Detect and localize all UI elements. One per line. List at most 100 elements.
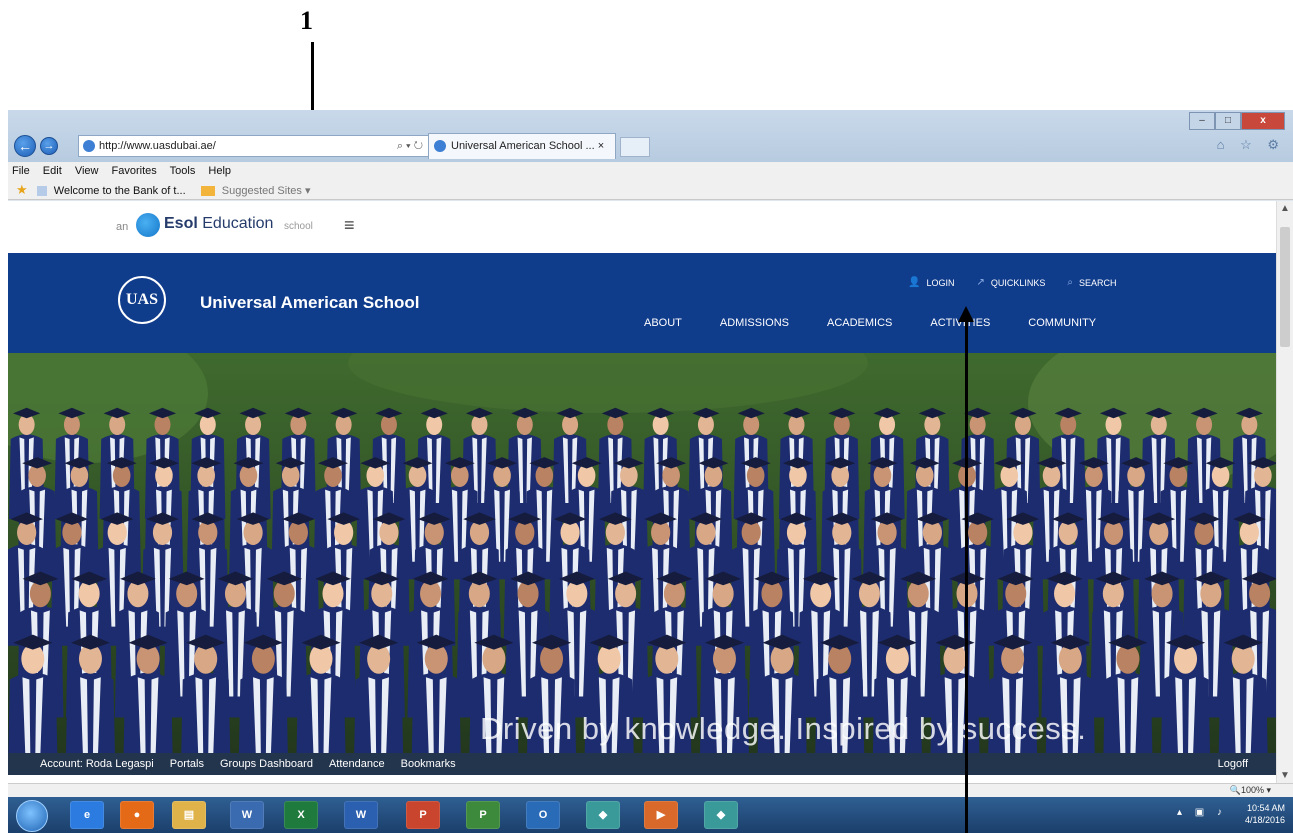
browser-titlebar: ← → http://www.uasdubai.ae/ ⌕ ▾ ↻ Univer… — [8, 110, 1293, 162]
esol-brand[interactable]: Esol Education — [164, 215, 273, 233]
menu-tools[interactable]: Tools — [170, 165, 196, 177]
login-label: LOGIN — [926, 277, 955, 288]
annotation-arrow-2-shaft — [965, 320, 968, 833]
scroll-thumb[interactable] — [1280, 227, 1290, 347]
graduate-gown — [1161, 672, 1211, 753]
esol-brand-bold: Esol — [164, 215, 198, 232]
suggested-sites-icon — [200, 186, 215, 197]
app-diamond-icon-2[interactable]: ◆ — [704, 801, 738, 829]
annotated-screenshot: 1 ← → http://www.uasdubai.ae/ ⌕ ▾ ↻ Univ… — [0, 0, 1293, 833]
nav-about[interactable]: ABOUT — [644, 317, 682, 329]
media-icon[interactable]: ▶ — [644, 801, 678, 829]
hero-tagline: Driven by knowledge. Inspired by success… — [480, 711, 1087, 746]
annotation-number-1: 1 — [300, 6, 313, 35]
main-nav: ABOUT ADMISSIONS ACADEMICS ACTIVITIES CO… — [644, 317, 1134, 329]
browser-window: ← → http://www.uasdubai.ae/ ⌕ ▾ ↻ Univer… — [8, 110, 1293, 833]
window-controls: – □ x — [1189, 112, 1285, 130]
suggested-sites-link[interactable]: Suggested Sites ▾ — [222, 185, 311, 197]
back-icon[interactable]: ← — [14, 135, 36, 157]
attendance-link[interactable]: Attendance — [329, 753, 385, 775]
graduate-gown — [8, 672, 58, 753]
clock-date: 4/18/2016 — [1244, 815, 1285, 825]
project-icon[interactable]: P — [466, 801, 500, 829]
page-icon — [36, 186, 47, 197]
windows-taskbar: e ● ▤ W X W P P O ◆ ▶ ◆ ▴ ▣ ♪ 10:54 AM 4/18/2016 — [8, 797, 1293, 833]
school-name[interactable]: Universal American School — [200, 293, 420, 313]
status-bar: 🔍100% ▾ — [8, 783, 1293, 797]
esol-brand-rest: Education — [202, 215, 274, 232]
quicklinks-link[interactable]: ↗ QUICKLINKS — [976, 277, 1045, 288]
esol-suffix: school — [284, 221, 313, 232]
graduate-gown — [1103, 672, 1153, 753]
menu-file[interactable]: File — [12, 165, 30, 177]
scroll-down-icon[interactable]: ▼ — [1280, 770, 1290, 781]
esol-prefix: an — [116, 221, 129, 233]
vertical-scrollbar[interactable]: ▲ ▼ — [1276, 201, 1293, 783]
forward-icon[interactable]: → — [40, 137, 58, 155]
utility-links: 👤 LOGIN ↗ QUICKLINKS ⌕ SEARCH — [908, 277, 1139, 288]
nav-community[interactable]: COMMUNITY — [1028, 317, 1096, 329]
excel-icon[interactable]: X — [284, 801, 318, 829]
annotation-arrow-2-head — [958, 306, 974, 322]
favorites-bar: ★ Welcome to the Bank of t... Suggested … — [8, 180, 1293, 200]
maximize-button[interactable]: □ — [1215, 112, 1241, 130]
uas-logo[interactable]: UAS — [118, 276, 166, 324]
hero-graduation-photo: Driven by knowledge. Inspired by success… — [8, 353, 1276, 753]
start-button[interactable] — [16, 800, 48, 832]
graduates-illustration — [8, 353, 1276, 753]
link-icon: ↗ — [976, 277, 985, 288]
nav-admissions[interactable]: ADMISSIONS — [720, 317, 789, 329]
tab-universal-american-school[interactable]: Universal American School ... × — [428, 133, 616, 159]
internet-explorer-icon[interactable]: e — [70, 801, 104, 829]
nav-academics[interactable]: ACADEMICS — [827, 317, 892, 329]
search-link[interactable]: ⌕ SEARCH — [1067, 277, 1116, 288]
esol-logo-icon[interactable] — [136, 213, 160, 237]
esol-bar: an Esol Education school ≡ — [8, 201, 1276, 253]
tab-title: Universal American School ... × — [451, 140, 605, 152]
clock-time: 10:54 AM — [1246, 803, 1285, 813]
outlook-icon[interactable]: O — [526, 801, 560, 829]
graduate-gown — [238, 672, 288, 753]
minimize-button[interactable]: – — [1189, 112, 1215, 130]
app-diamond-icon[interactable]: ◆ — [586, 801, 620, 829]
address-controls[interactable]: ⌕ ▾ ↻ — [397, 136, 423, 156]
graduate-gown — [123, 672, 173, 753]
graduate-gown — [1218, 672, 1268, 753]
new-tab-button[interactable] — [620, 137, 650, 157]
portals-link[interactable]: Portals — [170, 753, 204, 775]
powerpoint-icon[interactable]: P — [406, 801, 440, 829]
menu-favorites[interactable]: Favorites — [112, 165, 157, 177]
address-bar[interactable]: http://www.uasdubai.ae/ ⌕ ▾ ↻ — [78, 135, 430, 157]
menu-bar: File Edit View Favorites Tools Help — [8, 162, 1293, 180]
word-legacy-icon[interactable]: W — [230, 801, 264, 829]
folder-icon[interactable]: ▤ — [172, 801, 206, 829]
site-header: UAS Universal American School 👤 LOGIN ↗ QU… — [8, 253, 1276, 353]
favorite-bank-link[interactable]: Welcome to the Bank of t... — [54, 185, 186, 197]
graduate-gown — [65, 672, 115, 753]
graduate-gown — [354, 672, 404, 753]
logoff-link[interactable]: Logoff — [1218, 753, 1248, 775]
menu-view[interactable]: View — [75, 165, 99, 177]
globe-icon — [83, 140, 95, 152]
firefox-icon[interactable]: ● — [120, 801, 154, 829]
search-icon: ⌕ — [1067, 277, 1073, 288]
close-button[interactable]: x — [1241, 112, 1285, 130]
page-viewport: an Esol Education school ≡ UAS Universal… — [8, 201, 1276, 783]
groups-dashboard-link[interactable]: Groups Dashboard — [220, 753, 313, 775]
zoom-level[interactable]: 🔍100% ▾ — [1230, 784, 1271, 797]
graduate-gown — [296, 672, 346, 753]
hamburger-menu-icon[interactable]: ≡ — [344, 215, 355, 236]
quicklinks-label: QUICKLINKS — [990, 277, 1046, 288]
scroll-up-icon[interactable]: ▲ — [1280, 203, 1290, 214]
menu-edit[interactable]: Edit — [43, 165, 62, 177]
account-link[interactable]: Account: Roda Legaspi — [40, 753, 154, 775]
bookmarks-link[interactable]: Bookmarks — [401, 753, 456, 775]
clock[interactable]: 10:54 AM 4/18/2016 — [1245, 802, 1285, 826]
menu-help[interactable]: Help — [208, 165, 231, 177]
login-link[interactable]: 👤 LOGIN — [908, 277, 954, 288]
word-icon[interactable]: W — [344, 801, 378, 829]
home-favorites-tools-icons[interactable]: ⌂ ☆ ⚙ — [1217, 137, 1285, 153]
favorites-star-icon[interactable]: ★ — [16, 182, 28, 197]
graduate-gown — [181, 672, 231, 753]
system-tray-icons[interactable]: ▴ ▣ ♪ — [1177, 807, 1227, 818]
